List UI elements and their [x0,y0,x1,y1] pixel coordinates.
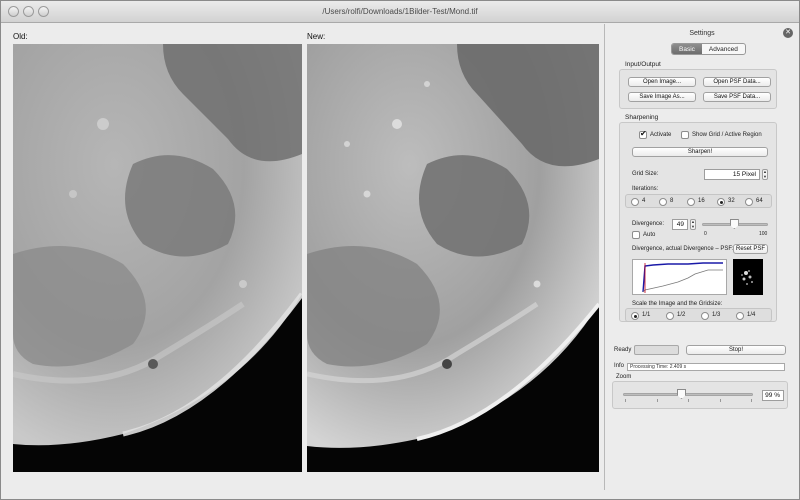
sharpening-group-title: Sharpening [625,114,659,121]
zoom-value-field[interactable]: 99 % [762,390,784,401]
new-image-panel: New: [305,29,601,473]
iterations-radio-group: 4 8 16 32 64 [625,194,772,208]
save-psf-button[interactable]: Save PSF Data... [703,92,771,102]
divergence-label: Divergence: [632,221,665,227]
info-field: Processing Time: 2.409 s [627,363,785,371]
settings-tabs: Basic Advanced [671,43,746,55]
psf-preview-svg [741,270,753,285]
moon-image-old [13,44,302,472]
divergence-field[interactable]: 49 [672,219,688,230]
zoom-tick [657,399,658,402]
zoom-group: 99 % [612,381,788,409]
info-label: Info [614,363,625,369]
iterations-option-label: 64 [756,198,763,204]
io-group: Open Image... Open PSF Data... Save Imag… [619,69,777,109]
new-image-label: New: [307,32,326,41]
stop-button[interactable]: Stop! [686,345,786,355]
iterations-option-label: 4 [642,198,646,204]
zoom-tick [688,399,689,402]
ready-label: Ready [614,347,632,353]
actual-divergence-line [642,269,723,293]
settings-title: Settings [689,30,715,37]
scale-option-label: 1/4 [747,312,756,318]
open-image-button[interactable]: Open Image... [628,77,696,87]
old-image-panel: Old: [11,29,304,473]
iterations-radio-32[interactable] [717,198,725,206]
close-icon[interactable]: ✕ [783,28,793,38]
show-grid-label: Show Grid / Active Region [692,132,762,138]
tab-basic[interactable]: Basic [672,44,702,54]
zoom-tick [720,399,721,402]
zoom-slider-track[interactable] [623,393,753,396]
scale-radio-1-4[interactable] [736,312,744,320]
scale-option-label: 1/1 [642,312,651,318]
activate-checkbox[interactable] [639,129,647,139]
divergence-slider-thumb[interactable] [729,219,739,229]
io-group-title: Input/Output [625,61,661,68]
title-bar: /Users/rolfi/Downloads/1Bilder-Test/Mond… [1,1,799,23]
zoom-tick [751,399,752,402]
moon-image-new [307,44,599,472]
scale-radio-1-2[interactable] [666,312,674,320]
iterations-option-label: 8 [670,198,674,204]
iterations-option-label: 32 [728,198,735,204]
sharpen-button[interactable]: Sharpen! [632,147,768,157]
tab-advanced[interactable]: Advanced [702,44,745,54]
grid-size-label: Grid Size: [632,171,659,177]
activate-label: Activate [650,132,672,138]
iterations-radio-16[interactable] [687,198,695,206]
sharpening-group: Activate Show Grid / Active Region Sharp… [619,122,777,322]
show-grid-checkbox[interactable] [681,131,689,139]
old-image-label: Old: [13,32,28,41]
iterations-option-label: 16 [698,198,705,204]
divergence-psf-label: Divergence, actual Divergence – PSF: [632,246,734,252]
divergence-graph [632,259,727,295]
grid-size-field[interactable]: 15 Pixel [704,169,760,180]
iterations-label: Iterations: [632,186,659,192]
scale-radio-1-1[interactable] [631,312,639,320]
scale-option-label: 1/3 [712,312,721,318]
auto-checkbox[interactable] [632,231,640,239]
open-psf-button[interactable]: Open PSF Data... [703,77,771,87]
grid-size-stepper[interactable]: ▲ ▼ [762,169,768,180]
scale-radio-group: 1/1 1/2 1/3 1/4 [625,308,772,322]
iterations-radio-64[interactable] [745,198,753,206]
iterations-radio-4[interactable] [631,198,639,206]
zoom-tick [625,399,626,402]
progress-bar [634,345,679,355]
reset-psf-button[interactable]: Reset PSF [733,244,768,254]
app-window: /Users/rolfi/Downloads/1Bilder-Test/Mond… [0,0,800,500]
iterations-radio-8[interactable] [659,198,667,206]
zoom-slider-thumb[interactable] [677,389,686,399]
window-title: /Users/rolfi/Downloads/1Bilder-Test/Mond… [322,7,478,16]
divergence-max-label: 100 [759,231,768,237]
new-image-view[interactable] [307,44,599,472]
old-image-view[interactable] [13,44,302,472]
auto-label: Auto [643,232,656,238]
scale-radio-1-3[interactable] [701,312,709,320]
scale-label: Scale the Image and the Gridsize: [632,301,723,307]
scale-option-label: 1/2 [677,312,686,318]
settings-sidebar: Settings ✕ Basic Advanced Input/Output O… [604,24,799,490]
divergence-graph-svg [642,262,723,293]
divergence-min-label: 0 [704,231,707,237]
save-image-button[interactable]: Save Image As... [628,92,696,102]
divergence-stepper[interactable]: ▲ ▼ [690,219,696,230]
psf-preview [733,259,763,295]
zoom-label: Zoom [616,374,632,380]
